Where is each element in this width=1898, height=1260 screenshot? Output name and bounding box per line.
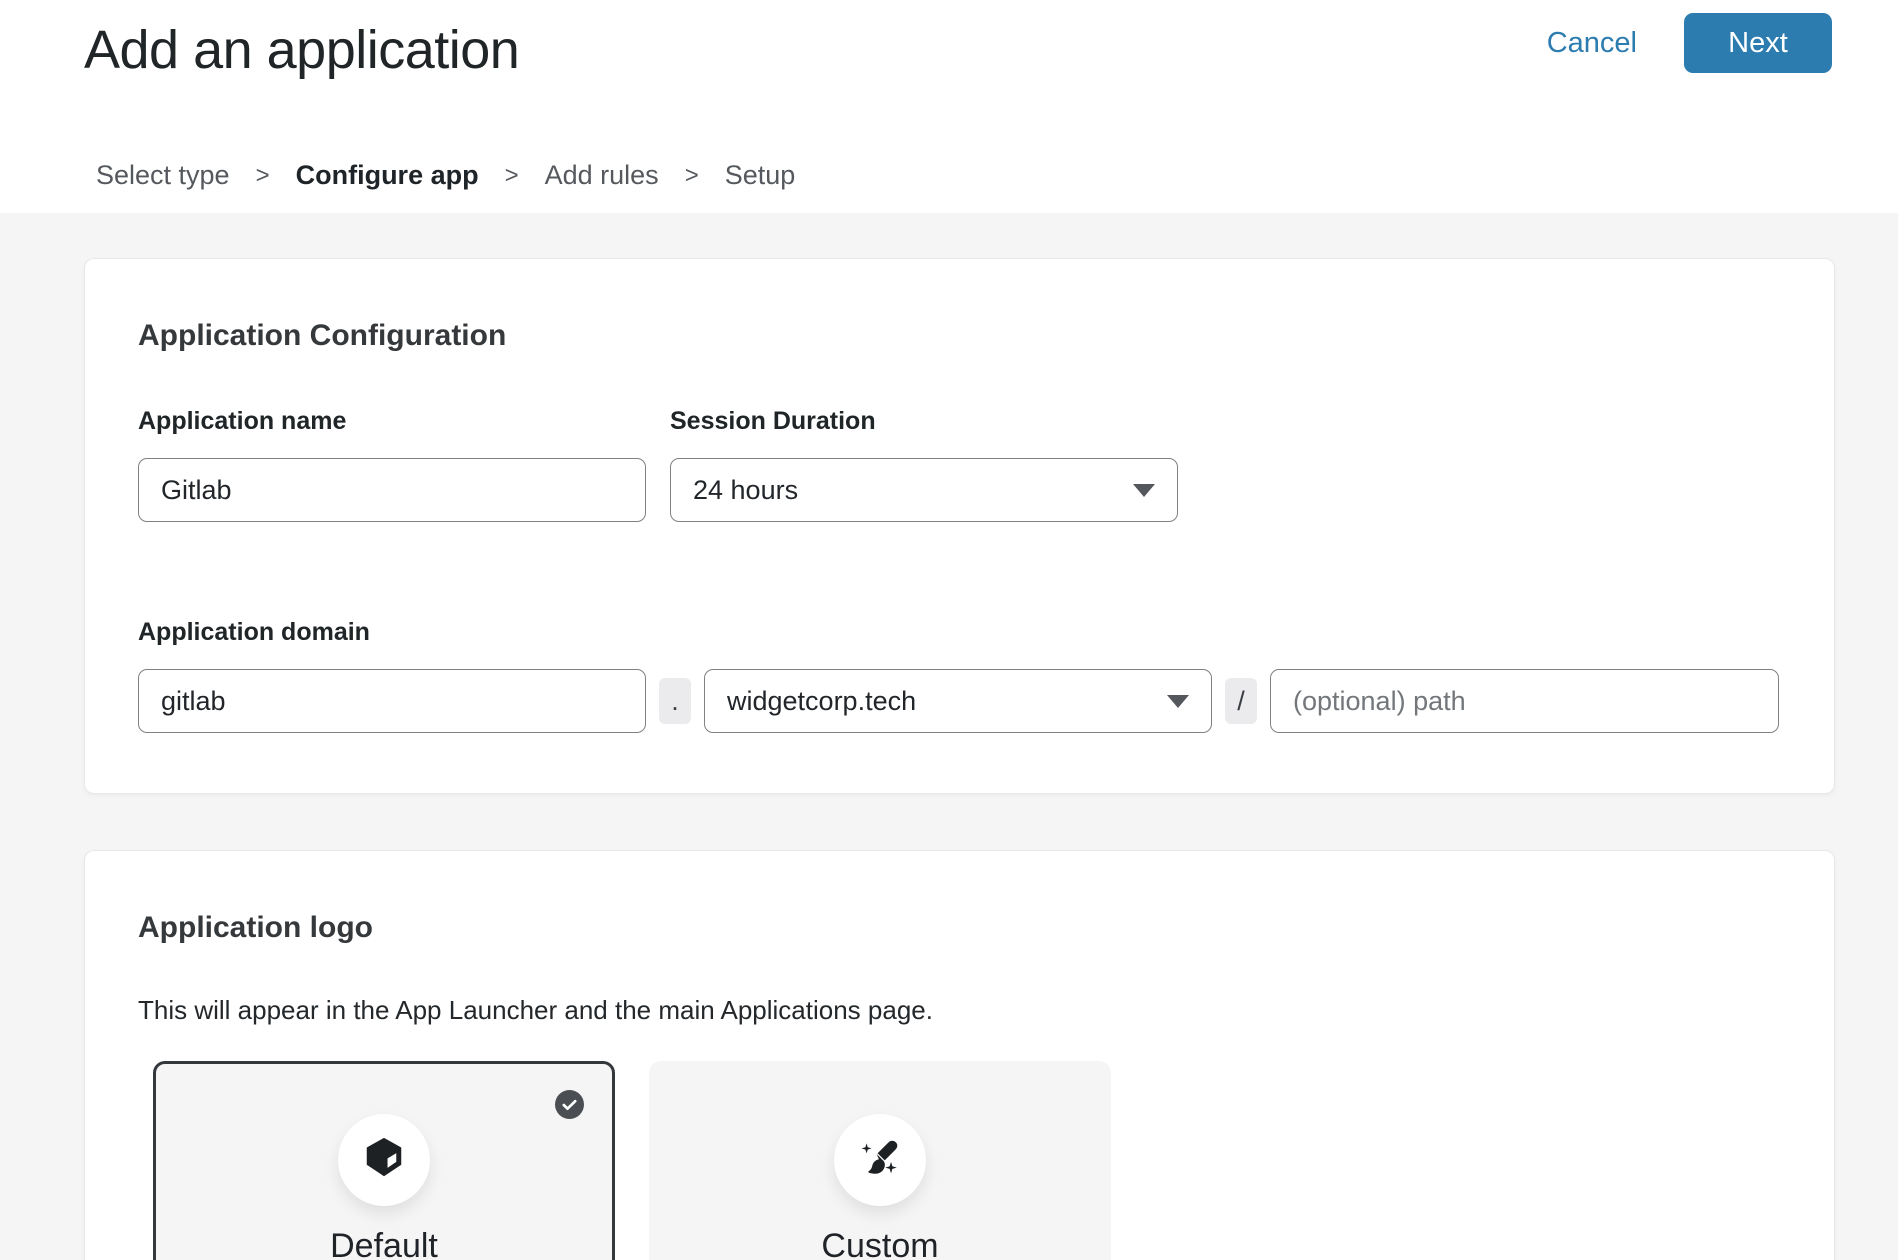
breadcrumb-setup[interactable]: Setup <box>725 160 796 191</box>
logo-option-label: Custom <box>821 1227 938 1260</box>
breadcrumb-select-type[interactable]: Select type <box>96 160 230 191</box>
application-domain-label: Application domain <box>138 618 1781 647</box>
logo-option-tiles: Default Custom <box>153 1061 1781 1260</box>
application-logo-card: Application logo This will appear in the… <box>84 850 1835 1260</box>
dot-separator: . <box>659 678 691 724</box>
logo-card-description: This will appear in the App Launcher and… <box>138 995 1781 1026</box>
session-duration-value: 24 hours <box>693 475 798 506</box>
session-duration-group: Session Duration 24 hours <box>670 407 1178 522</box>
chevron-down-icon <box>1167 695 1189 708</box>
application-name-group: Application name <box>138 407 646 522</box>
breadcrumb-separator: > <box>505 162 519 190</box>
session-duration-select[interactable]: 24 hours <box>670 458 1178 522</box>
page-title: Add an application <box>84 17 519 85</box>
content-area: Application Configuration Application na… <box>0 213 1898 1260</box>
application-configuration-card: Application Configuration Application na… <box>84 258 1835 794</box>
default-logo-circle <box>338 1114 430 1206</box>
breadcrumb: Select type > Configure app > Add rules … <box>96 160 795 191</box>
domain-select[interactable]: widgetcorp.tech <box>704 669 1212 733</box>
next-button[interactable]: Next <box>1684 13 1832 73</box>
logo-card-title: Application logo <box>138 911 1781 945</box>
slash-separator: / <box>1225 678 1257 724</box>
path-input[interactable] <box>1270 669 1779 733</box>
page-header: Add an application Cancel Next Select ty… <box>0 0 1898 213</box>
domain-select-value: widgetcorp.tech <box>727 686 916 717</box>
config-card-title: Application Configuration <box>138 319 1781 353</box>
cube-icon <box>361 1135 407 1186</box>
breadcrumb-separator: > <box>685 162 699 190</box>
session-duration-label: Session Duration <box>670 407 1178 436</box>
breadcrumb-separator: > <box>256 162 270 190</box>
logo-option-label: Default <box>330 1227 438 1260</box>
custom-logo-circle <box>834 1114 926 1206</box>
check-icon <box>555 1090 584 1119</box>
application-domain-row: . widgetcorp.tech / <box>138 669 1781 733</box>
cancel-button[interactable]: Cancel <box>1547 13 1637 73</box>
header-actions: Cancel Next <box>1547 13 1832 73</box>
paintbrush-icon <box>857 1135 903 1186</box>
breadcrumb-add-rules[interactable]: Add rules <box>545 160 659 191</box>
logo-option-custom[interactable]: Custom <box>649 1061 1111 1260</box>
logo-option-default[interactable]: Default <box>153 1061 615 1260</box>
breadcrumb-configure-app[interactable]: Configure app <box>296 160 479 191</box>
application-name-input[interactable] <box>138 458 646 522</box>
application-name-label: Application name <box>138 407 646 436</box>
subdomain-input[interactable] <box>138 669 646 733</box>
chevron-down-icon <box>1133 484 1155 497</box>
